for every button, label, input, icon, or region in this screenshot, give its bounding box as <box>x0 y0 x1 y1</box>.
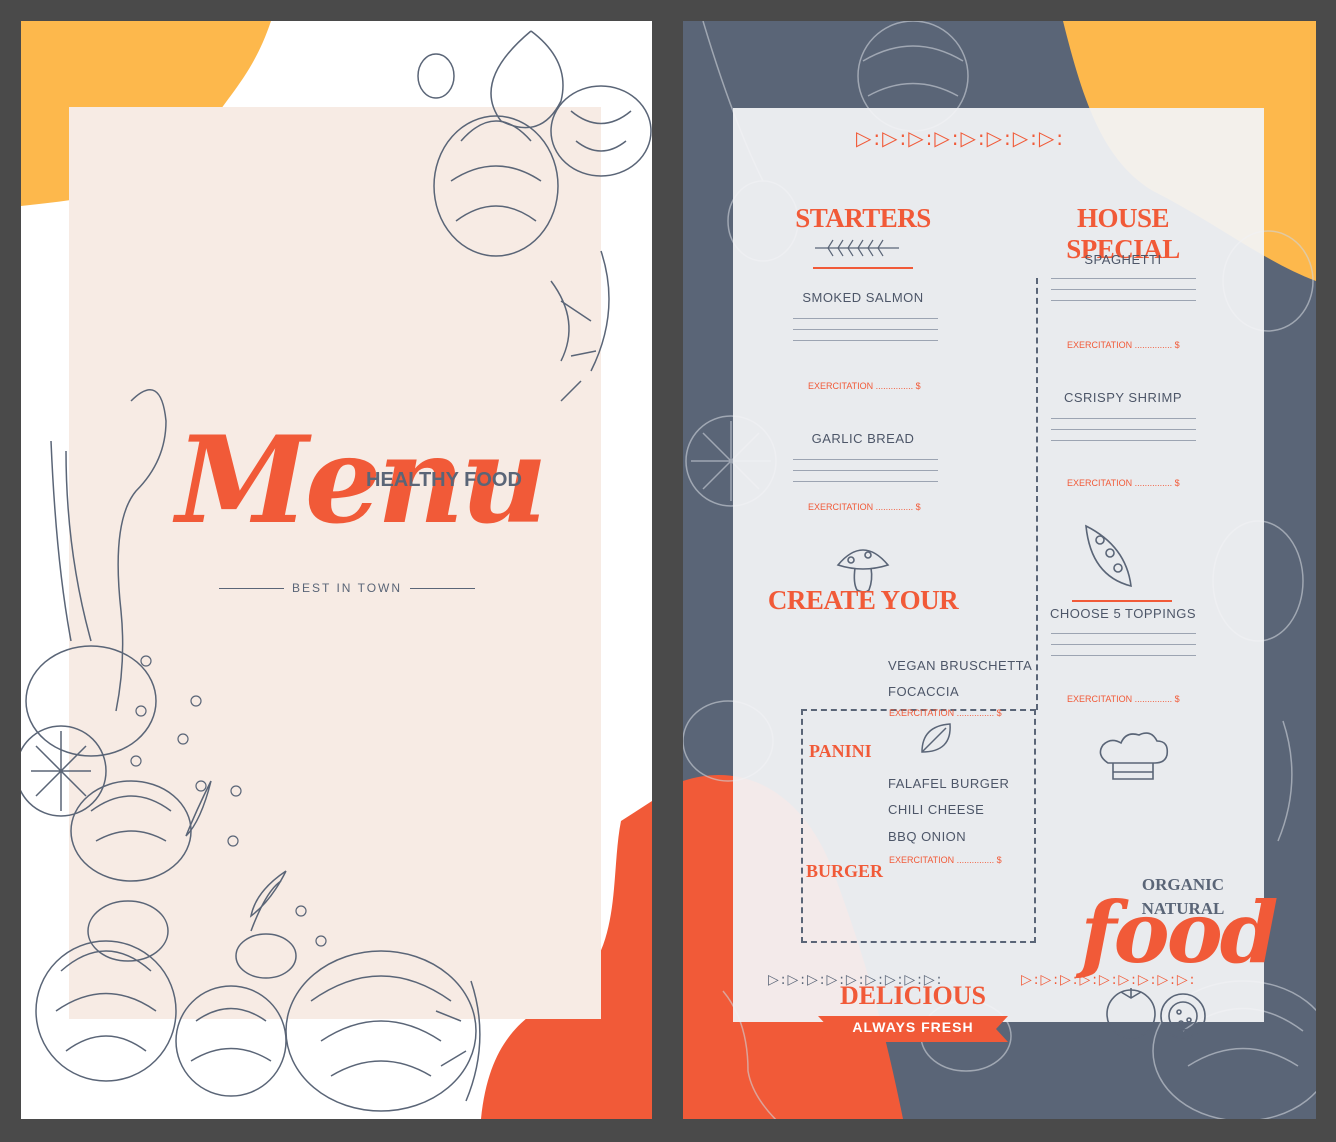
create-your-title: CREATE YOUR <box>767 585 959 615</box>
tomato-icon <box>1106 988 1206 1039</box>
burger-option: CHILI CHEESE <box>888 802 985 817</box>
house-special-rule <box>1072 600 1172 602</box>
tagline-rule-right <box>410 587 476 589</box>
bottom-right-triangle-divider: ▷:▷:▷:▷:▷:▷:▷:▷:▷: <box>1021 972 1197 988</box>
house-special-item-price: EXERCITATION ............... $ <box>1067 340 1180 350</box>
house-special-item-name: SPAGHETTI <box>1084 252 1162 267</box>
rosemary-sprig-icon <box>815 239 899 257</box>
house-special-description-lines <box>1051 418 1196 451</box>
house-special-item-name: CHOOSE 5 TOPPINGS <box>1049 606 1196 621</box>
starter-item-description-lines <box>793 459 938 492</box>
bottom-left-triangle-divider: ▷:▷:▷:▷:▷:▷:▷:▷:▷: <box>768 972 944 988</box>
starters-title: STARTERS <box>795 203 931 233</box>
starters-rule <box>813 267 913 269</box>
chef-hat-icon <box>1099 732 1169 780</box>
best-in-town-tagline: BEST IN TOWN <box>219 578 476 598</box>
house-special-item-price: EXERCITATION ............... $ <box>1067 478 1180 488</box>
house-special-description-lines <box>1051 633 1196 666</box>
burger-option: BBQ ONION <box>888 829 967 844</box>
starter-item-description-lines <box>793 318 938 351</box>
starter-item-price: EXERCITATION ............... $ <box>808 502 921 512</box>
panini-label: PANINI <box>809 741 872 761</box>
right-menu-page: ▷:▷:▷:▷:▷:▷:▷:▷: STARTERS SMOKED SALMON … <box>683 21 1316 1119</box>
starter-item-name: GARLIC BREAD <box>811 431 915 446</box>
burger-option: FALAFEL BURGER <box>888 776 1010 791</box>
healthy-food-heading: HEALTHY FOOD <box>366 469 522 491</box>
burger-price: EXERCITATION ............... $ <box>889 855 1002 865</box>
starter-item-price: EXERCITATION ............... $ <box>808 381 921 391</box>
menu-card: ▷:▷:▷:▷:▷:▷:▷:▷: STARTERS SMOKED SALMON … <box>733 108 1278 1042</box>
house-special-item-name: CSRISPY SHRIMP <box>1063 390 1182 405</box>
house-special-description-lines <box>1051 278 1196 311</box>
pea-pod-icon <box>1085 524 1132 588</box>
leaf-icon <box>921 723 951 753</box>
tagline-text: BEST IN TOWN <box>292 581 403 595</box>
column-divider <box>1036 278 1038 710</box>
panini-option: VEGAN BRUSCHETTA <box>888 658 1033 673</box>
panini-option: FOCACCIA <box>888 684 960 699</box>
house-special-item-price: EXERCITATION ............... $ <box>1067 694 1180 704</box>
starter-item-name: SMOKED SALMON <box>802 290 924 305</box>
panini-price: EXERCITATION ............... $ <box>889 708 1002 718</box>
always-fresh-text: ALWAYS FRESH <box>852 1019 974 1035</box>
tagline-rule-left <box>219 587 284 589</box>
burger-label: BURGER <box>806 861 884 881</box>
top-triangle-divider: ▷:▷:▷:▷:▷:▷:▷:▷: <box>856 126 1065 150</box>
left-menu-cover: Menu HEALTHY FOOD BEST IN TOWN <box>21 21 652 1119</box>
